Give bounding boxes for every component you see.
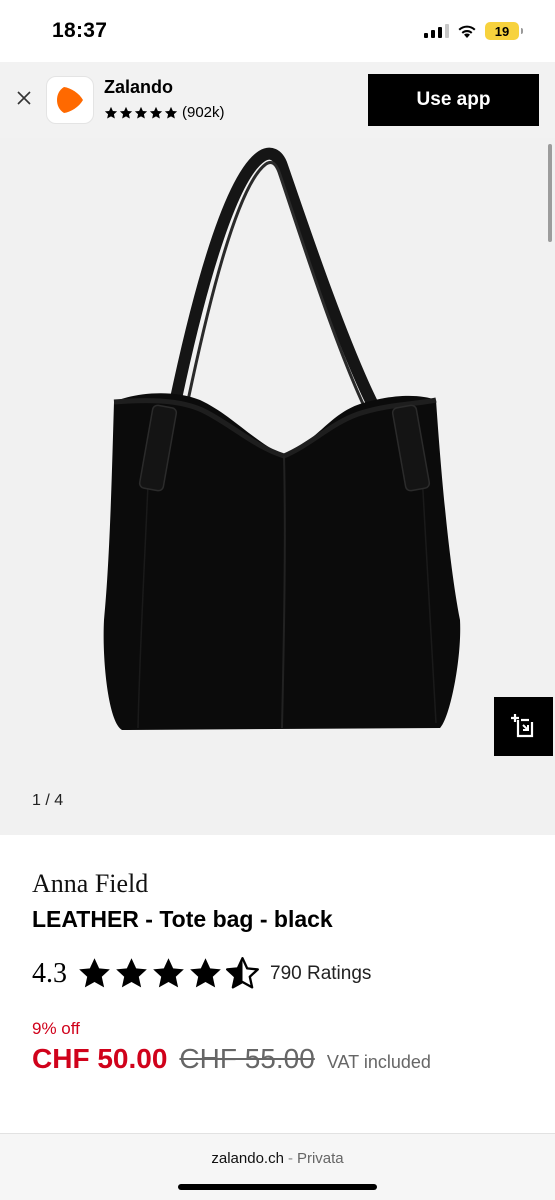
cellular-signal-icon [424,24,449,38]
zalando-logo [46,76,94,124]
half-star-icon [226,957,259,989]
product-image-gallery[interactable]: 1 / 4 [0,138,555,835]
product-brand[interactable]: Anna Field [32,869,148,899]
product-image [103,147,461,730]
discount-label: 9% off [32,1019,80,1038]
url-domain: zalando.ch [211,1150,284,1167]
star-icon [164,106,178,119]
status-bar: 18:37 19 [0,0,555,62]
battery-icon: 19 [485,22,523,40]
app-install-banner: Zalando (902k) Use app [0,62,555,138]
rating-value: 4.3 [32,957,67,989]
price-current: CHF 50.00 [32,1043,168,1074]
star-icon [104,106,118,119]
app-rating: (902k) [104,104,225,121]
image-counter: 1 / 4 [32,792,64,809]
app-rating-count: (902k) [182,104,225,121]
star-icon [134,106,148,119]
star-icon [149,106,163,119]
wifi-icon [457,24,477,39]
status-time: 18:37 [52,19,108,42]
star-icon [116,958,147,988]
rating-count: 790 Ratings [270,962,372,984]
battery-level: 19 [494,23,510,39]
url-line[interactable]: zalando.ch - Privata [0,1150,555,1167]
close-icon[interactable] [12,86,36,110]
virtual-try-on-button[interactable] [494,697,553,756]
url-separator: - [287,1150,293,1167]
status-icons: 19 [424,22,523,40]
virtual-try-on-icon [510,713,533,737]
star-icon [190,958,221,988]
home-indicator[interactable] [178,1184,377,1190]
use-app-button[interactable]: Use app [368,74,539,126]
rating-stars [77,956,260,991]
product-rating[interactable]: 4.3 790 Ratings [32,956,371,991]
star-icon [79,958,110,988]
app-rating-stars [104,106,178,120]
browsing-mode: Privata [296,1150,344,1167]
star-icon [153,958,184,988]
vat-note: VAT included [326,1052,431,1072]
price-row: CHF 50.00 CHF 55.00 VAT included [32,1043,431,1075]
product-title: LEATHER - Tote bag - black [32,906,333,932]
price-original: CHF 55.00 [179,1043,315,1074]
app-name: Zalando [104,77,174,97]
browser-address-bar[interactable]: zalando.ch - Privata [0,1133,555,1200]
star-icon [119,106,133,119]
